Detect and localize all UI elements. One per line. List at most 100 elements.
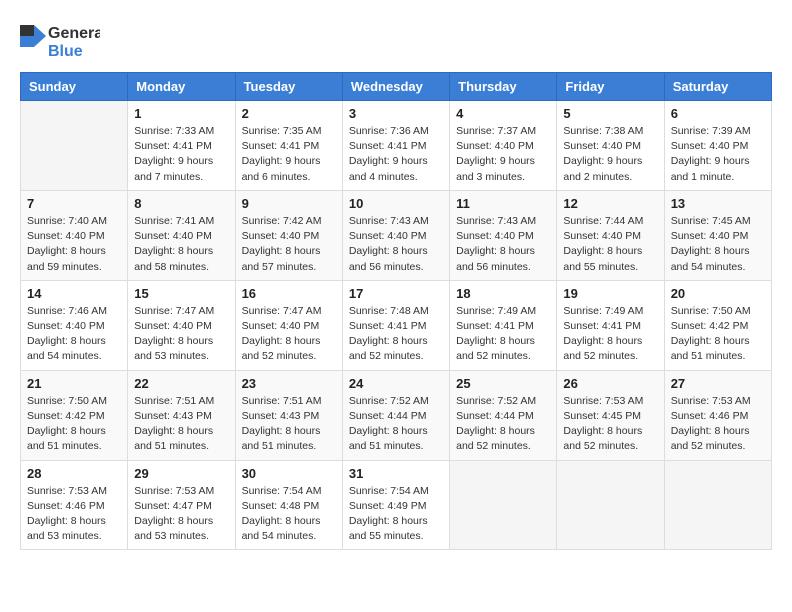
day-info: Sunrise: 7:49 AM Sunset: 4:41 PM Dayligh… xyxy=(456,304,550,365)
calendar-cell: 7 Sunrise: 7:40 AM Sunset: 4:40 PM Daylig… xyxy=(21,190,128,280)
day-number: 10 xyxy=(349,196,443,211)
calendar-cell: 5Sunrise: 7:38 AM Sunset: 4:40 PM Daylig… xyxy=(557,101,664,191)
day-number: 6 xyxy=(671,106,765,121)
calendar-week-2: 7 Sunrise: 7:40 AM Sunset: 4:40 PM Daylig… xyxy=(21,190,772,280)
day-info: Sunrise: 7:40 AM Sunset: 4:40 PM Dayligh… xyxy=(27,214,121,275)
calendar-table: SundayMondayTuesdayWednesdayThursdayFrid… xyxy=(20,72,772,550)
calendar-cell: 22 Sunrise: 7:51 AM Sunset: 4:43 PM Dayli… xyxy=(128,370,235,460)
day-number: 14 xyxy=(27,286,121,301)
day-number: 1 xyxy=(134,106,228,121)
day-info: Sunrise: 7:42 AM Sunset: 4:40 PM Dayligh… xyxy=(242,214,336,275)
day-info: Sunrise: 7:50 AM Sunset: 4:42 PM Dayligh… xyxy=(671,304,765,365)
calendar-cell: 31Sunrise: 7:54 AM Sunset: 4:49 PM Dayli… xyxy=(342,460,449,550)
day-info: Sunrise: 7:43 AM Sunset: 4:40 PM Dayligh… xyxy=(349,214,443,275)
weekday-header-wednesday: Wednesday xyxy=(342,73,449,101)
page-header: GeneralBlue xyxy=(20,20,772,62)
day-info: Sunrise: 7:46 AM Sunset: 4:40 PM Dayligh… xyxy=(27,304,121,365)
calendar-week-4: 21Sunrise: 7:50 AM Sunset: 4:42 PM Dayli… xyxy=(21,370,772,460)
calendar-cell xyxy=(664,460,771,550)
day-number: 27 xyxy=(671,376,765,391)
day-info: Sunrise: 7:48 AM Sunset: 4:41 PM Dayligh… xyxy=(349,304,443,365)
day-info: Sunrise: 7:47 AM Sunset: 4:40 PM Dayligh… xyxy=(134,304,228,365)
calendar-cell: 13Sunrise: 7:45 AM Sunset: 4:40 PM Dayli… xyxy=(664,190,771,280)
day-info: Sunrise: 7:35 AM Sunset: 4:41 PM Dayligh… xyxy=(242,124,336,185)
day-info: Sunrise: 7:38 AM Sunset: 4:40 PM Dayligh… xyxy=(563,124,657,185)
calendar-cell: 8Sunrise: 7:41 AM Sunset: 4:40 PM Daylig… xyxy=(128,190,235,280)
calendar-cell: 26 Sunrise: 7:53 AM Sunset: 4:45 PM Dayli… xyxy=(557,370,664,460)
day-number: 23 xyxy=(242,376,336,391)
day-number: 29 xyxy=(134,466,228,481)
day-info: Sunrise: 7:44 AM Sunset: 4:40 PM Dayligh… xyxy=(563,214,657,275)
calendar-week-3: 14 Sunrise: 7:46 AM Sunset: 4:40 PM Dayli… xyxy=(21,280,772,370)
calendar-cell: 30Sunrise: 7:54 AM Sunset: 4:48 PM Dayli… xyxy=(235,460,342,550)
day-number: 12 xyxy=(563,196,657,211)
weekday-header-saturday: Saturday xyxy=(664,73,771,101)
calendar-cell: 21Sunrise: 7:50 AM Sunset: 4:42 PM Dayli… xyxy=(21,370,128,460)
day-number: 22 xyxy=(134,376,228,391)
svg-text:General: General xyxy=(48,25,100,42)
day-info: Sunrise: 7:45 AM Sunset: 4:40 PM Dayligh… xyxy=(671,214,765,275)
calendar-cell: 11 Sunrise: 7:43 AM Sunset: 4:40 PM Dayli… xyxy=(450,190,557,280)
calendar-cell: 19 Sunrise: 7:49 AM Sunset: 4:41 PM Dayli… xyxy=(557,280,664,370)
day-info: Sunrise: 7:49 AM Sunset: 4:41 PM Dayligh… xyxy=(563,304,657,365)
day-number: 25 xyxy=(456,376,550,391)
day-number: 11 xyxy=(456,196,550,211)
day-number: 21 xyxy=(27,376,121,391)
calendar-cell: 3 Sunrise: 7:36 AM Sunset: 4:41 PM Daylig… xyxy=(342,101,449,191)
day-info: Sunrise: 7:51 AM Sunset: 4:43 PM Dayligh… xyxy=(134,394,228,455)
weekday-header-thursday: Thursday xyxy=(450,73,557,101)
calendar-cell xyxy=(450,460,557,550)
day-info: Sunrise: 7:53 AM Sunset: 4:46 PM Dayligh… xyxy=(671,394,765,455)
calendar-week-5: 28 Sunrise: 7:53 AM Sunset: 4:46 PM Dayli… xyxy=(21,460,772,550)
day-number: 20 xyxy=(671,286,765,301)
calendar-cell: 16Sunrise: 7:47 AM Sunset: 4:40 PM Dayli… xyxy=(235,280,342,370)
calendar-cell: 28 Sunrise: 7:53 AM Sunset: 4:46 PM Dayli… xyxy=(21,460,128,550)
calendar-cell: 18Sunrise: 7:49 AM Sunset: 4:41 PM Dayli… xyxy=(450,280,557,370)
day-number: 2 xyxy=(242,106,336,121)
day-info: Sunrise: 7:53 AM Sunset: 4:46 PM Dayligh… xyxy=(27,484,121,545)
calendar-cell xyxy=(557,460,664,550)
calendar-week-1: 1 Sunrise: 7:33 AM Sunset: 4:41 PM Daylig… xyxy=(21,101,772,191)
calendar-cell: 15Sunrise: 7:47 AM Sunset: 4:40 PM Dayli… xyxy=(128,280,235,370)
calendar-cell: 14 Sunrise: 7:46 AM Sunset: 4:40 PM Dayli… xyxy=(21,280,128,370)
calendar-cell: 6 Sunrise: 7:39 AM Sunset: 4:40 PM Daylig… xyxy=(664,101,771,191)
weekday-header-friday: Friday xyxy=(557,73,664,101)
calendar-cell: 2 Sunrise: 7:35 AM Sunset: 4:41 PM Daylig… xyxy=(235,101,342,191)
calendar-header-row: SundayMondayTuesdayWednesdayThursdayFrid… xyxy=(21,73,772,101)
calendar-cell: 23 Sunrise: 7:51 AM Sunset: 4:43 PM Dayli… xyxy=(235,370,342,460)
day-info: Sunrise: 7:39 AM Sunset: 4:40 PM Dayligh… xyxy=(671,124,765,185)
day-info: Sunrise: 7:33 AM Sunset: 4:41 PM Dayligh… xyxy=(134,124,228,185)
day-info: Sunrise: 7:43 AM Sunset: 4:40 PM Dayligh… xyxy=(456,214,550,275)
day-info: Sunrise: 7:52 AM Sunset: 4:44 PM Dayligh… xyxy=(349,394,443,455)
calendar-cell: 20 Sunrise: 7:50 AM Sunset: 4:42 PM Dayli… xyxy=(664,280,771,370)
day-info: Sunrise: 7:52 AM Sunset: 4:44 PM Dayligh… xyxy=(456,394,550,455)
day-number: 17 xyxy=(349,286,443,301)
day-number: 24 xyxy=(349,376,443,391)
day-info: Sunrise: 7:53 AM Sunset: 4:45 PM Dayligh… xyxy=(563,394,657,455)
day-number: 30 xyxy=(242,466,336,481)
calendar-cell: 29Sunrise: 7:53 AM Sunset: 4:47 PM Dayli… xyxy=(128,460,235,550)
calendar-cell: 17 Sunrise: 7:48 AM Sunset: 4:41 PM Dayli… xyxy=(342,280,449,370)
calendar-cell: 25 Sunrise: 7:52 AM Sunset: 4:44 PM Dayli… xyxy=(450,370,557,460)
day-number: 7 xyxy=(27,196,121,211)
calendar-cell xyxy=(21,101,128,191)
day-number: 26 xyxy=(563,376,657,391)
day-number: 8 xyxy=(134,196,228,211)
weekday-header-sunday: Sunday xyxy=(21,73,128,101)
day-info: Sunrise: 7:47 AM Sunset: 4:40 PM Dayligh… xyxy=(242,304,336,365)
day-number: 28 xyxy=(27,466,121,481)
calendar-cell: 9Sunrise: 7:42 AM Sunset: 4:40 PM Daylig… xyxy=(235,190,342,280)
logo: GeneralBlue xyxy=(20,20,100,62)
weekday-header-tuesday: Tuesday xyxy=(235,73,342,101)
day-number: 3 xyxy=(349,106,443,121)
day-info: Sunrise: 7:37 AM Sunset: 4:40 PM Dayligh… xyxy=(456,124,550,185)
day-number: 19 xyxy=(563,286,657,301)
weekday-header-monday: Monday xyxy=(128,73,235,101)
day-info: Sunrise: 7:51 AM Sunset: 4:43 PM Dayligh… xyxy=(242,394,336,455)
logo-icon: GeneralBlue xyxy=(20,20,100,62)
calendar-cell: 1 Sunrise: 7:33 AM Sunset: 4:41 PM Daylig… xyxy=(128,101,235,191)
calendar-cell: 4 Sunrise: 7:37 AM Sunset: 4:40 PM Daylig… xyxy=(450,101,557,191)
day-info: Sunrise: 7:36 AM Sunset: 4:41 PM Dayligh… xyxy=(349,124,443,185)
calendar-cell: 24 Sunrise: 7:52 AM Sunset: 4:44 PM Dayli… xyxy=(342,370,449,460)
day-number: 4 xyxy=(456,106,550,121)
